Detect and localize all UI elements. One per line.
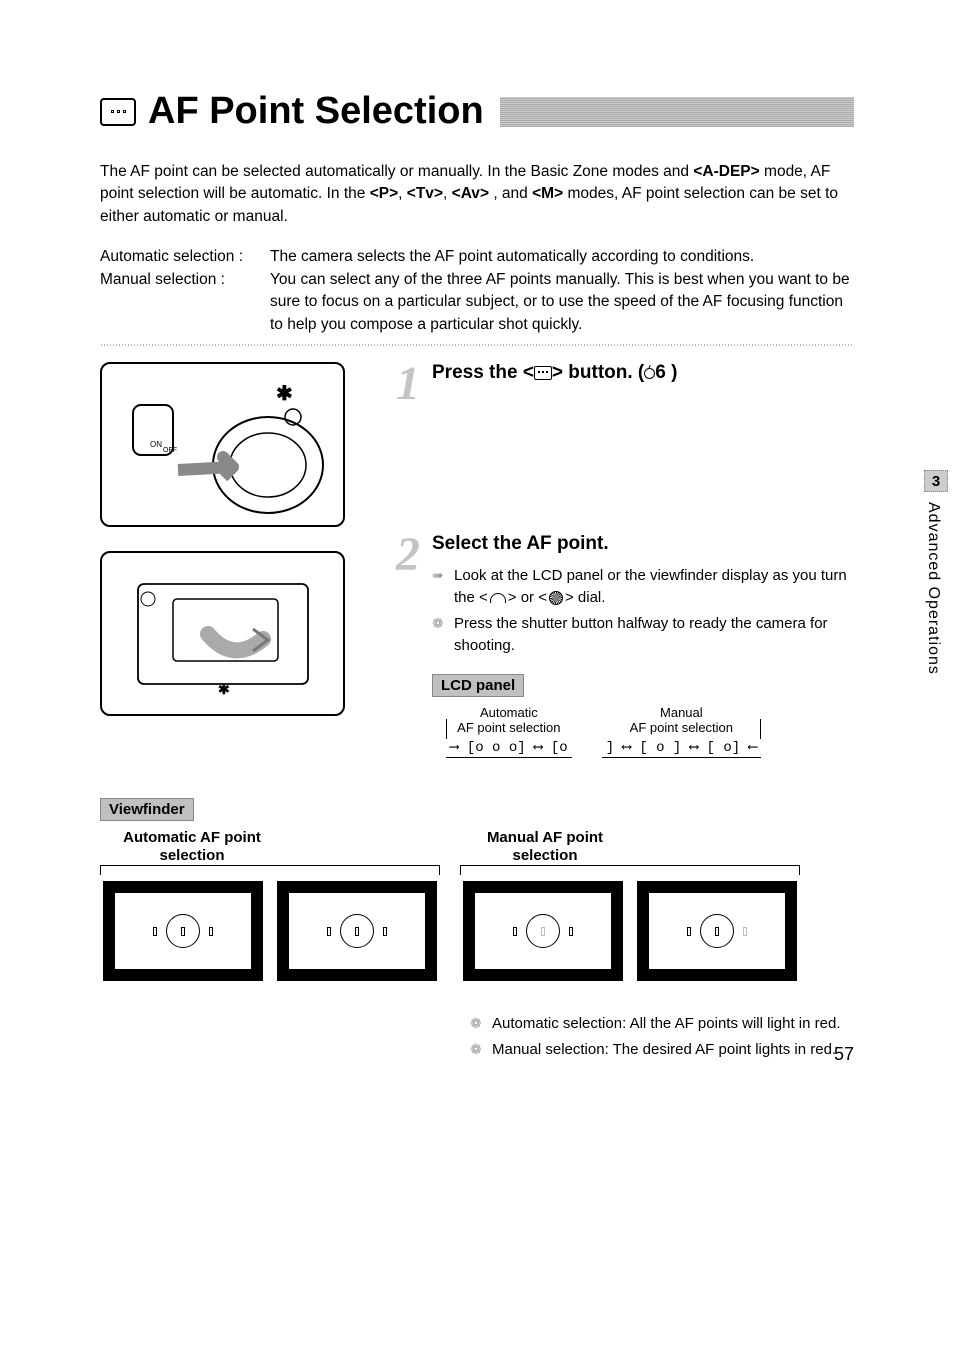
- intro-paragraph: The AF point can be selected automatical…: [100, 161, 854, 228]
- gear-bullet-icon: ❁: [470, 1039, 486, 1061]
- lcd-auto-head-2: AF point selection: [457, 720, 560, 735]
- lcd-manual-head-2: AF point selection: [630, 720, 733, 735]
- step-1-number: 1: [396, 362, 420, 405]
- chapter-number: 3: [924, 470, 948, 492]
- step-2: 2 Select the AF point. ➠ Look at the LCD…: [396, 533, 854, 758]
- lcd-manual-sequence: ] ⟷ [ o ] ⟷ [ o] ⟵: [602, 739, 761, 758]
- step-2-bullet-1: Look at the LCD panel or the viewfinder …: [454, 565, 854, 609]
- svg-text:✱: ✱: [276, 383, 293, 405]
- timer-icon: [644, 368, 655, 379]
- step-2-bullet-2: Press the shutter button halfway to read…: [454, 613, 854, 657]
- mode-tv: Tv: [407, 185, 443, 202]
- gear-bullet-icon: ❁: [470, 1013, 486, 1035]
- gear-bullet-icon: ❁: [432, 613, 448, 657]
- intro-text-a: The AF point can be selected automatical…: [100, 163, 693, 180]
- camera-illustration-2: ✱: [100, 551, 345, 716]
- step-1: 1 Press the <> button. (6 ): [396, 362, 854, 405]
- main-dial-icon: [490, 593, 506, 603]
- auto-selection-label: Automatic selection :: [100, 246, 270, 268]
- intro-and: , and: [493, 185, 532, 202]
- page-title: AF Point Selection: [148, 90, 484, 133]
- note-automatic: Automatic selection: All the AF points w…: [492, 1013, 841, 1035]
- lcd-manual-head-1: Manual: [660, 705, 703, 720]
- viewfinder-diagram: Automatic AF point selection: [100, 829, 854, 981]
- svg-text:ON: ON: [150, 440, 162, 449]
- manual-selection-desc: You can select any of the three AF point…: [270, 269, 854, 336]
- vf-auto-heading: Automatic AF point selection: [100, 829, 440, 875]
- manual-selection-label: Manual selection :: [100, 269, 270, 291]
- af-button-icon: [534, 366, 552, 380]
- mode-m: M: [532, 185, 563, 202]
- note-manual: Manual selection: The desired AF point l…: [492, 1039, 836, 1061]
- step-2-heading: Select the AF point.: [432, 533, 854, 555]
- af-point-icon: [100, 98, 136, 126]
- mode-av: Av: [452, 185, 489, 202]
- vf-manual-heading: Manual AF point selection: [460, 829, 800, 875]
- lcd-auto-sequence: ⟶ [o o o] ⟷ [o: [446, 739, 572, 758]
- chapter-side-tab: 3 Advanced Operations: [924, 470, 954, 675]
- svg-text:OFF: OFF: [163, 447, 177, 454]
- step-2-number: 2: [396, 533, 420, 758]
- auto-selection-desc: The camera selects the AF point automati…: [270, 246, 854, 268]
- mode-p: P: [370, 185, 398, 202]
- vf-auto-frame-2: [277, 881, 437, 981]
- vf-manual-frame-1: [463, 881, 623, 981]
- vf-auto-frame-1: [103, 881, 263, 981]
- camera-illustration-1: ✱ ON OFF: [100, 362, 345, 527]
- title-decor-bar: [500, 97, 854, 127]
- lcd-diagram: Automatic AF point selection ⟶ [o o o] ⟷…: [446, 705, 854, 758]
- page-number: 57: [834, 1044, 854, 1065]
- selection-modes-block: Automatic selection : Manual selection :…: [100, 246, 854, 336]
- separator: [100, 344, 854, 346]
- page-title-row: AF Point Selection: [100, 90, 854, 133]
- lcd-auto-head-1: Automatic: [480, 705, 538, 720]
- mode-adep: A-DEP: [693, 163, 759, 180]
- viewfinder-label: Viewfinder: [100, 798, 194, 821]
- lcd-panel-label: LCD panel: [432, 674, 524, 697]
- step-1-heading: Press the <> button. (6 ): [432, 362, 677, 384]
- footer-notes: ❁ Automatic selection: All the AF points…: [470, 1013, 854, 1061]
- svg-text:✱: ✱: [218, 681, 230, 697]
- arrow-bullet-icon: ➠: [432, 565, 448, 609]
- chapter-title: Advanced Operations: [924, 502, 942, 675]
- quick-dial-icon: [549, 591, 563, 605]
- vf-manual-frame-2: [637, 881, 797, 981]
